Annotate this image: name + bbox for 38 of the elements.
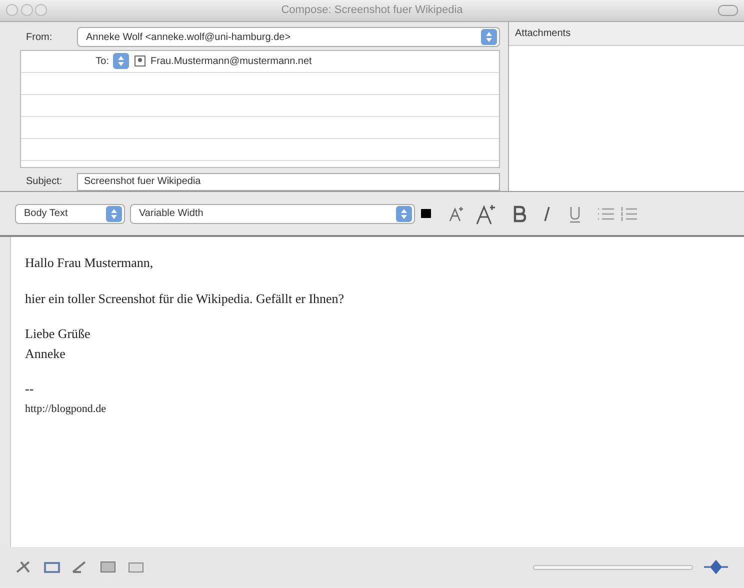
- toolbar-toggle-button[interactable]: [718, 5, 738, 16]
- address-card-icon[interactable]: [134, 55, 146, 67]
- tray-icon[interactable]: [43, 560, 61, 574]
- message-body-area[interactable]: Hallo Frau Mustermann, hier ein toller Screenshot für die Wikipedia. Gefällt er Ihnen? Liebe Grüße Anneke -- http://blogpond.de: [10, 237, 744, 547]
- body-text: Anneke: [25, 344, 66, 362]
- text-color-icon[interactable]: [420, 208, 432, 220]
- italic-icon[interactable]: [541, 204, 553, 222]
- attachments-label: Attachments: [515, 28, 571, 39]
- slider-thumb-icon[interactable]: [703, 560, 729, 574]
- stepper-arrows-icon: [400, 208, 408, 220]
- body-text: Hallo Frau Mustermann,: [25, 254, 154, 272]
- bulleted-list-icon[interactable]: [597, 206, 615, 222]
- window-icon[interactable]: [127, 560, 145, 574]
- signature-link: http://blogpond.de: [25, 402, 106, 416]
- subject-field[interactable]: Screenshot fuer Wikipedia: [77, 172, 500, 190]
- body-text: hier ein toller Screenshot für die Wikipedia. Gefällt er Ihnen?: [25, 290, 344, 308]
- bigger-font-icon[interactable]: [475, 202, 497, 224]
- window-title: Compose: Screenshot fuer Wikipedia: [281, 3, 463, 18]
- from-label: From:: [25, 30, 54, 44]
- zoom-button[interactable]: [35, 4, 47, 16]
- bold-icon[interactable]: [512, 204, 526, 222]
- underline-icon[interactable]: [568, 204, 582, 222]
- body-text: --: [25, 380, 34, 398]
- font-dropdown[interactable]: Variable Width: [130, 204, 415, 224]
- style-dropdown[interactable]: Body Text: [15, 204, 125, 224]
- close-button[interactable]: [6, 4, 18, 16]
- from-dropdown[interactable]: Anneke Wolf <anneke.wolf@uni-hamburg.de>: [77, 27, 500, 47]
- subject-label: Subject:: [25, 175, 64, 189]
- stepper-arrows-icon: [117, 55, 125, 67]
- image-icon[interactable]: [99, 560, 117, 574]
- stepper-arrows-icon: [110, 208, 118, 220]
- smaller-font-icon[interactable]: [447, 204, 465, 222]
- slider-track[interactable]: [533, 564, 693, 570]
- recipient-address[interactable]: Frau.Mustermann@mustermann.net: [150, 54, 312, 68]
- stepper-arrows-icon: [485, 31, 493, 43]
- numbered-list-icon[interactable]: [620, 206, 638, 222]
- minimize-button[interactable]: [20, 4, 32, 16]
- body-text: Liebe Grüße: [25, 325, 90, 343]
